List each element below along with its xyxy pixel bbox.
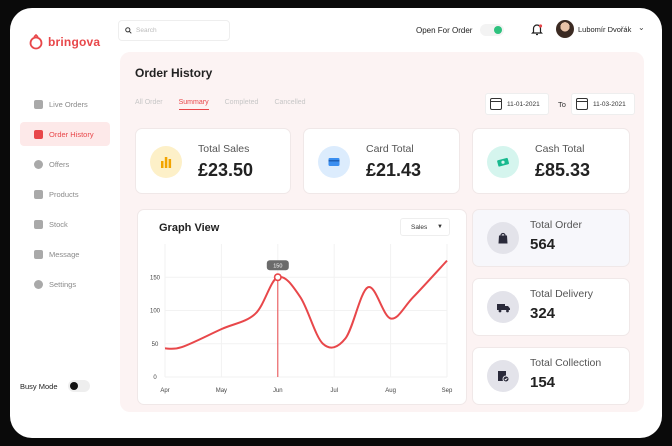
gear-icon [34,279,43,289]
search-input[interactable]: Search [118,20,230,41]
x-tick-label: May [216,388,227,394]
avatar[interactable] [556,20,574,38]
open-for-order-label: Open For Order [416,26,473,35]
stat-label: Total Order [530,219,582,231]
tab-summary[interactable]: Summary [178,99,209,110]
date-to-picker[interactable]: 11-03-2021 [571,93,635,115]
page-title: Order History [135,66,213,80]
total-sales-card: Total Sales £23.50 [135,128,291,194]
sidebar-item-label: Stock [49,219,68,229]
tab-completed[interactable]: Completed [225,99,259,110]
stat-label: Card Total [366,143,414,155]
graph-card: Graph View Sales ▼ 0 50 100 150 Apr May Jun Jul… [137,209,467,405]
search-placeholder: Search [136,27,157,34]
chevron-down-icon[interactable]: ⌄ [638,23,645,32]
stat-value: 154 [530,374,556,391]
sidebar-item-label: Products [49,189,79,199]
sidebar-nav: Live Orders Order History Offers Product… [20,92,110,302]
chat-icon [34,249,43,259]
sidebar-item-settings[interactable]: Settings [20,272,110,296]
cash-total-card: Cash Total £85.33 [472,128,630,194]
delivery-truck-icon [487,291,519,323]
date-from-picker[interactable]: 11-01-2021 [485,93,549,115]
cash-icon [487,146,519,178]
brand-name: bringova [48,35,101,49]
sidebar-item-order-history[interactable]: Order History [20,122,110,146]
main-panel: Order History All Order Summary Complete… [120,52,644,412]
busy-mode-toggle[interactable] [67,380,90,392]
sidebar-item-products[interactable]: Products [20,182,110,206]
y-tick-label: 0 [153,375,157,381]
sidebar-item-stock[interactable]: Stock [20,212,110,236]
open-for-order-toggle[interactable] [480,24,504,36]
grid-icon [34,99,43,109]
stat-value: £21.43 [366,160,422,180]
x-tick-label: Sep [442,388,453,394]
store-icon [34,219,43,229]
date-to-label: To [558,100,566,109]
total-order-card: Total Order 564 [472,209,630,267]
stat-label: Total Collection [530,357,602,369]
date-from-value: 11-01-2021 [507,100,540,108]
calendar-icon [490,98,502,110]
shopping-bag-icon [487,222,519,254]
user-name[interactable]: Lubomír Dvořák [578,25,631,34]
x-tick-label: Apr [160,388,169,394]
stat-label: Total Sales [198,143,250,155]
bell-icon[interactable] [530,22,544,36]
credit-card-icon [318,146,350,178]
busy-mode: Busy Mode [20,380,90,392]
stat-value: £23.50 [198,160,254,180]
bringova-logo-icon [29,34,43,50]
tab-all-order[interactable]: All Order [135,99,163,110]
sidebar-item-label: Order History [49,129,94,139]
sidebar: bringova Live Orders Order History Offer… [10,8,118,438]
bag-icon [34,129,43,139]
sidebar-item-label: Offers [49,159,70,169]
sidebar-item-label: Settings [49,279,77,289]
y-tick-label: 150 [150,275,161,281]
logo[interactable]: bringova [28,34,100,50]
y-tick-label: 50 [152,342,159,348]
x-tick-label: Jun [273,388,283,394]
stat-label: Cash Total [535,143,585,155]
box-icon [34,189,43,199]
sidebar-item-label: Live Orders [49,99,88,109]
search-icon [125,27,132,34]
bar-chart-icon [150,146,182,178]
sidebar-item-live-orders[interactable]: Live Orders [20,92,110,116]
stat-value: 564 [530,236,556,253]
stat-label: Total Delivery [530,288,594,300]
sidebar-item-message[interactable]: Message [20,242,110,266]
tab-cancelled[interactable]: Cancelled [274,99,305,110]
x-tick-label: Aug [385,388,396,394]
stat-value: £85.33 [535,160,591,180]
sidebar-item-label: Message [49,249,80,259]
sidebar-item-offers[interactable]: Offers [20,152,110,176]
calendar-icon [576,98,588,110]
series-line [164,259,448,350]
sales-line-chart: 0 50 100 150 Apr May Jun Jul Aug Sep 150 [150,244,453,394]
total-delivery-card: Total Delivery 324 [472,278,630,336]
collection-box-icon [487,360,519,392]
tag-icon [34,159,43,169]
date-to-value: 11-03-2021 [593,100,626,108]
stat-value: 324 [530,305,556,322]
order-tabs: All Order Summary Completed Cancelled [135,99,306,110]
busy-mode-label: Busy Mode [20,381,58,391]
app-window: bringova Live Orders Order History Offer… [10,8,662,438]
x-tick-label: Jul [330,388,338,394]
highlight-point [273,273,282,282]
card-total-card: Card Total £21.43 [303,128,460,194]
total-collection-card: Total Collection 154 [472,347,630,405]
y-tick-label: 100 [150,309,161,315]
tooltip-value: 150 [273,263,282,269]
